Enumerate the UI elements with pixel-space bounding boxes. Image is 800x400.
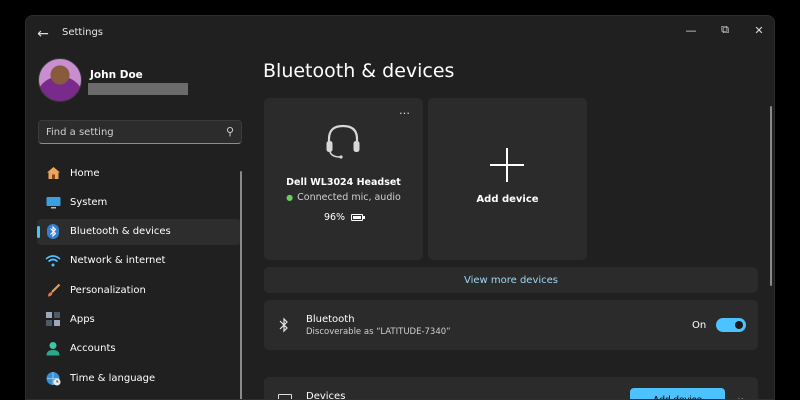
sidebar-item-time-language[interactable]: Time & language: [37, 365, 241, 391]
user-email-redacted: [88, 83, 188, 95]
connected-dot-icon: ●: [286, 193, 294, 202]
person-icon: [45, 341, 61, 357]
bluetooth-title: Bluetooth: [306, 314, 355, 325]
sidebar-item-apps[interactable]: Apps: [37, 306, 241, 332]
sidebar-item-system[interactable]: System: [37, 189, 241, 215]
sidebar-item-label: Apps: [70, 313, 95, 325]
battery-icon: [351, 214, 366, 221]
plus-icon: [490, 148, 524, 182]
view-more-devices-button[interactable]: View more devices: [264, 267, 758, 293]
app-title: Settings: [62, 27, 104, 38]
add-device-label: Add device: [476, 194, 539, 205]
add-device-button[interactable]: Add device: [630, 388, 725, 399]
sidebar-scrollbar[interactable]: [240, 171, 242, 399]
bluetooth-icon: [279, 317, 288, 333]
back-arrow-icon: ←: [37, 26, 49, 42]
sidebar-item-label: Home: [70, 167, 100, 179]
wifi-icon: [45, 253, 61, 269]
sidebar-item-label: Bluetooth & devices: [70, 226, 171, 238]
device-name: Dell WL3024 Headset: [286, 177, 401, 188]
sidebar-item-label: Time & language: [70, 372, 156, 384]
bluetooth-toggle-label: On: [692, 320, 707, 331]
bluetooth-icon: [45, 224, 61, 240]
bluetooth-setting-row: Bluetooth Discoverable as “LATITUDE-7340…: [264, 300, 758, 350]
brush-icon: [45, 282, 61, 298]
more-options-icon[interactable]: …: [399, 104, 411, 117]
device-status-text: Connected mic, audio: [297, 192, 401, 203]
search-input[interactable]: [46, 124, 216, 140]
sidebar-nav: Home System Bluetooth & devices Network …: [37, 160, 241, 394]
sidebar-item-accounts[interactable]: Accounts: [37, 336, 241, 362]
main-scrollbar[interactable]: [770, 106, 772, 286]
devices-title: Devices: [306, 391, 346, 400]
home-icon: [45, 165, 61, 181]
page-title: Bluetooth & devices: [263, 60, 455, 82]
headset-icon: [326, 124, 360, 159]
battery-level: 96%: [264, 212, 423, 223]
chevron-down-icon[interactable]: ⌄: [736, 391, 745, 399]
bluetooth-subtitle: Discoverable as “LATITUDE-7340”: [306, 327, 451, 337]
minimize-button[interactable]: —: [678, 20, 704, 40]
maximize-button[interactable]: ⧉: [712, 20, 738, 40]
battery-percent: 96%: [323, 212, 346, 223]
close-button[interactable]: ✕: [746, 20, 772, 40]
globe-clock-icon: [45, 370, 61, 386]
user-name: John Doe: [90, 69, 143, 81]
avatar[interactable]: [38, 58, 82, 102]
sidebar-item-label: System: [70, 196, 108, 208]
sidebar-item-network[interactable]: Network & internet: [37, 248, 241, 274]
sidebar-item-home[interactable]: Home: [37, 160, 241, 186]
monitor-icon: [45, 194, 61, 210]
view-more-devices-label: View more devices: [463, 274, 559, 286]
keyboard-icon: [278, 394, 292, 399]
sidebar-item-label: Personalization: [70, 284, 146, 296]
sidebar-item-label: Network & internet: [70, 255, 166, 267]
add-device-card[interactable]: Add device: [428, 98, 587, 260]
search-icon[interactable]: ⚲: [226, 125, 234, 138]
device-status: ● Connected mic, audio: [264, 192, 423, 203]
sidebar-item-label: Accounts: [70, 343, 116, 355]
sidebar-item-bluetooth-devices[interactable]: Bluetooth & devices: [37, 218, 241, 245]
title-bar: ← Settings — ⧉ ✕: [26, 16, 774, 50]
sidebar-item-personalization[interactable]: Personalization: [37, 277, 241, 303]
devices-setting-row[interactable]: Devices Add device ⌄: [264, 377, 758, 400]
back-button[interactable]: ←: [32, 24, 54, 44]
settings-window: ← Settings — ⧉ ✕ John Doe ⚲ Home System: [25, 15, 775, 400]
device-card-headset[interactable]: … Dell WL3024 Headset ● Connected mic, au…: [264, 98, 423, 260]
apps-icon: [45, 311, 61, 327]
bluetooth-toggle[interactable]: [716, 318, 746, 332]
search-box[interactable]: ⚲: [38, 120, 242, 144]
